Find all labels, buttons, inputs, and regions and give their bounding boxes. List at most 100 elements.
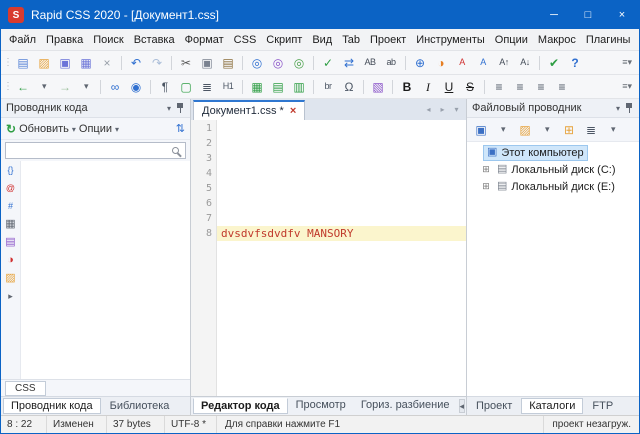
menu-item[interactable]: Правка xyxy=(41,31,88,49)
options-button[interactable]: Опции xyxy=(79,123,112,135)
maximize-button[interactable]: □ xyxy=(571,1,605,29)
anchor-icon[interactable]: ◉ xyxy=(126,77,146,96)
dropdown-arrow-icon[interactable]: ▾ xyxy=(493,120,513,139)
bold-icon[interactable]: B xyxy=(397,77,417,96)
tab-preview[interactable]: Просмотр xyxy=(289,398,353,414)
view-menu-icon[interactable]: ≣ xyxy=(581,120,601,139)
code-cleaner-icon[interactable]: ✔ xyxy=(544,53,564,72)
table-icon[interactable]: ▦ xyxy=(247,77,267,96)
menu-item[interactable]: Вставка xyxy=(129,31,180,49)
paste-icon[interactable]: ▤ xyxy=(218,53,238,72)
options-menu-arrow-icon[interactable] xyxy=(115,123,119,135)
new-document-icon[interactable]: ▤ xyxy=(13,53,33,72)
code-line[interactable] xyxy=(217,121,466,136)
paragraph-icon[interactable]: ¶ xyxy=(155,77,175,96)
panel-menu-icon[interactable] xyxy=(616,102,620,114)
toolbar-overflow-icon[interactable]: ≡▾ xyxy=(618,57,636,68)
save-icon[interactable]: ▣ xyxy=(55,53,75,72)
tab-document1[interactable]: Документ1.css * × xyxy=(193,100,305,120)
justify-icon[interactable]: ≡ xyxy=(552,77,572,96)
layers-icon[interactable]: ▤ xyxy=(3,235,19,250)
tree-expander-icon[interactable]: ⊞ xyxy=(481,182,491,191)
close-button[interactable]: × xyxy=(605,1,639,29)
code-line[interactable] xyxy=(217,196,466,211)
close-file-icon[interactable]: × xyxy=(97,53,117,72)
css-category-tab[interactable]: CSS xyxy=(5,381,46,396)
colors-icon[interactable]: ◑ xyxy=(431,53,451,72)
refresh-button[interactable]: Обновить xyxy=(19,123,69,135)
menu-item[interactable]: Макрос xyxy=(533,31,581,49)
code-explorer-content[interactable] xyxy=(21,161,190,379)
tab-folders[interactable]: Каталоги xyxy=(521,398,583,414)
undo-icon[interactable]: ↶ xyxy=(126,53,146,72)
tree-expander-icon[interactable]: ⊞ xyxy=(481,165,491,174)
align-right-icon[interactable]: ≡ xyxy=(531,77,551,96)
align-left-icon[interactable]: ≡ xyxy=(489,77,509,96)
tab-project[interactable]: Проект xyxy=(469,399,519,413)
toolbar-overflow-icon[interactable]: ≡▾ xyxy=(618,81,636,92)
underline-icon[interactable]: U xyxy=(439,77,459,96)
tab-ftp[interactable]: FTP xyxy=(585,399,620,413)
forward-menu-icon[interactable]: ▾ xyxy=(76,77,96,96)
code-line[interactable] xyxy=(217,211,466,226)
tab-code-editor[interactable]: Редактор кода xyxy=(193,398,288,414)
font-decrease-icon[interactable]: A↓ xyxy=(515,53,535,72)
back-menu-icon[interactable]: ▾ xyxy=(34,77,54,96)
code-editor[interactable]: 1 2 3 4 5 6 7 8 dvsdvfsdvdfv MANSORY xyxy=(191,120,466,396)
highlight-color-icon[interactable]: A xyxy=(473,53,493,72)
back-icon[interactable]: ← xyxy=(13,77,33,96)
line-break-icon[interactable]: br xyxy=(318,77,338,96)
menu-item[interactable]: Tab xyxy=(337,31,365,49)
text-replace-icon[interactable]: ⇄ xyxy=(339,53,359,72)
font-increase-icon[interactable]: A↑ xyxy=(494,53,514,72)
div-icon[interactable]: ▢ xyxy=(176,77,196,96)
menu-item[interactable]: Поиск xyxy=(88,31,128,49)
menu-item[interactable]: Файл xyxy=(4,31,41,49)
minimize-button[interactable]: ─ xyxy=(537,1,571,29)
find-next-icon[interactable]: ◎ xyxy=(289,53,309,72)
refresh-menu-arrow-icon[interactable] xyxy=(72,123,76,135)
replace-icon[interactable]: ◎ xyxy=(268,53,288,72)
list-icon[interactable]: ≣ xyxy=(197,77,217,96)
menu-item[interactable]: Инструменты xyxy=(411,31,490,49)
tab-code-explorer[interactable]: Проводник кода xyxy=(3,398,101,414)
search-input[interactable] xyxy=(5,142,186,159)
computer-menu-icon[interactable]: ▣ xyxy=(471,120,491,139)
open-file-icon[interactable]: ▨ xyxy=(34,53,54,72)
tab-library[interactable]: Библиотека xyxy=(103,399,177,413)
folder-menu-icon[interactable]: ▨ xyxy=(515,120,535,139)
sort-icon[interactable] xyxy=(176,122,185,135)
find-icon[interactable]: ◎ xyxy=(247,53,267,72)
code-line[interactable] xyxy=(217,151,466,166)
save-all-icon[interactable]: ▦ xyxy=(76,53,96,72)
special-char-icon[interactable]: Ω xyxy=(339,77,359,96)
help-icon[interactable]: ? xyxy=(565,53,585,72)
menu-item[interactable]: Вид xyxy=(307,31,337,49)
panel-menu-icon[interactable] xyxy=(167,102,171,114)
code-line[interactable] xyxy=(217,181,466,196)
refresh-icon[interactable] xyxy=(6,122,16,136)
menu-item[interactable]: Плагины xyxy=(581,31,636,49)
tree-item[interactable]: ▣ Этот компьютер xyxy=(467,144,639,161)
code-line[interactable] xyxy=(217,136,466,151)
menu-item[interactable]: Справка xyxy=(635,31,640,49)
scroll-left-icon[interactable] xyxy=(459,399,466,413)
editor-code-area[interactable]: dvsdvfsdvdfv MANSORY xyxy=(217,120,466,396)
next-tab-icon[interactable]: ▸ xyxy=(436,103,449,117)
tab-list-icon[interactable]: ▾ xyxy=(450,103,463,117)
dropdown-arrow-icon[interactable]: ▾ xyxy=(537,120,557,139)
tree-item[interactable]: ⊞ ▤ Локальный диск (C:) xyxy=(467,161,639,178)
table-cell-icon[interactable]: ▥ xyxy=(289,77,309,96)
menu-item[interactable]: Формат xyxy=(180,31,229,49)
pin-icon[interactable] xyxy=(625,102,634,114)
font-color-icon[interactable]: A xyxy=(452,53,472,72)
pin-icon[interactable] xyxy=(176,102,185,114)
image-icon[interactable]: ▧ xyxy=(368,77,388,96)
palette-icon[interactable]: ◑ xyxy=(3,253,19,268)
at-rule-icon[interactable]: @ xyxy=(3,181,19,196)
copy-icon[interactable]: ▣ xyxy=(197,53,217,72)
code-line[interactable] xyxy=(217,166,466,181)
redo-icon[interactable]: ↷ xyxy=(147,53,167,72)
forward-icon[interactable]: → xyxy=(55,77,75,96)
expand-strip-icon[interactable]: ▸ xyxy=(3,289,19,304)
